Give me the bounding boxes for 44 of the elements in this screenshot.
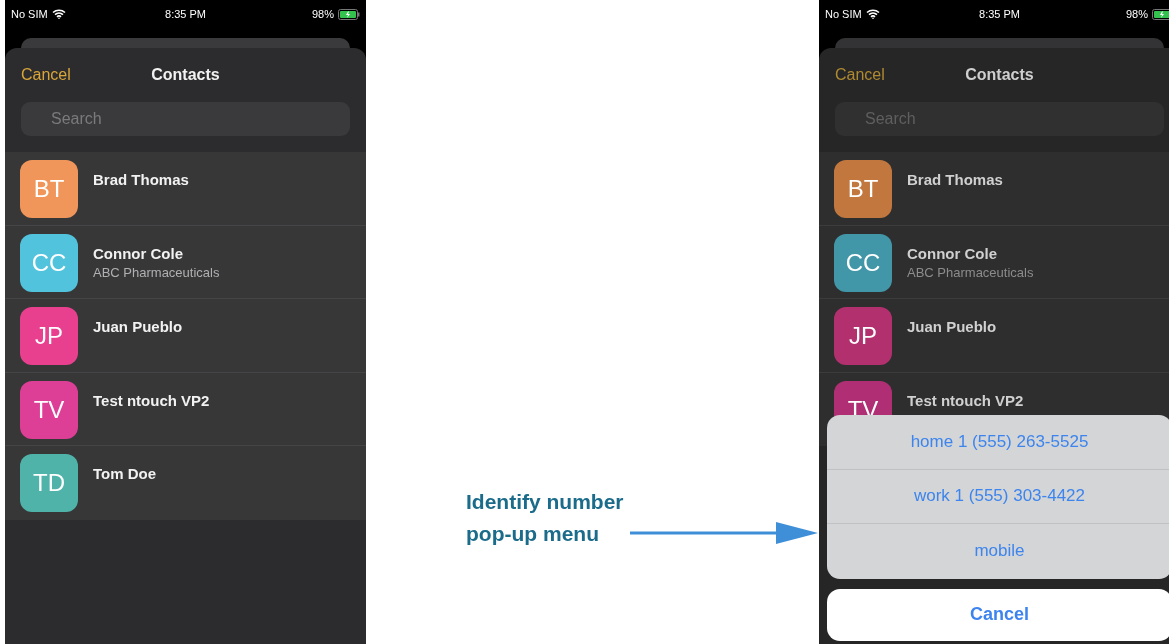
initials-avatar: TD bbox=[20, 454, 78, 512]
contact-row[interactable]: CC Connor Cole ABC Pharmaceuticals bbox=[5, 225, 366, 299]
contact-company: ABC Pharmaceuticals bbox=[907, 264, 1034, 280]
contact-name: Tom Doe bbox=[93, 465, 157, 482]
initials-avatar: BT bbox=[20, 160, 78, 218]
battery-charging-icon bbox=[338, 8, 360, 20]
initials-avatar: CC bbox=[20, 233, 78, 292]
contact-name: Juan Pueblo bbox=[907, 318, 997, 335]
battery-charging-icon bbox=[1152, 8, 1169, 20]
initials-avatar: TV bbox=[20, 380, 78, 439]
contact-row[interactable]: CC Connor Cole ABC Pharmaceuticals bbox=[819, 225, 1169, 299]
wifi-icon bbox=[865, 9, 880, 19]
carrier-label: No SIM bbox=[11, 8, 48, 20]
search-field[interactable]: Search bbox=[21, 102, 350, 136]
status-time: 8:35 PM bbox=[165, 8, 206, 20]
contact-row[interactable]: BT Brad Thomas bbox=[819, 152, 1169, 226]
status-time: 8:35 PM bbox=[979, 8, 1020, 20]
cancel-link[interactable]: Cancel bbox=[21, 66, 71, 84]
contact-name: Brad Thomas bbox=[907, 171, 1003, 188]
contact-row[interactable]: JP Juan Pueblo bbox=[819, 299, 1169, 373]
contact-name: Brad Thomas bbox=[93, 171, 189, 188]
cancel-button[interactable]: Cancel bbox=[827, 588, 1169, 641]
sheet-title: Contacts bbox=[965, 66, 1034, 84]
contact-name: Connor Cole bbox=[93, 244, 184, 262]
battery-percent: 98% bbox=[1125, 8, 1148, 20]
carrier-label: No SIM bbox=[825, 8, 862, 20]
contact-company: ABC Pharmaceuticals bbox=[93, 264, 220, 280]
contact-row[interactable]: TV Test ntouch VP2 bbox=[5, 372, 366, 446]
initials-avatar: JP bbox=[834, 307, 892, 365]
cancel-link[interactable]: Cancel bbox=[835, 66, 885, 84]
initials-avatar: BT bbox=[834, 160, 892, 218]
contact-row[interactable]: JP Juan Pueblo bbox=[5, 299, 366, 373]
wifi-icon bbox=[51, 9, 66, 19]
contact-name: Test ntouch VP2 bbox=[93, 391, 210, 409]
contact-name: Test ntouch VP2 bbox=[907, 391, 1024, 409]
contact-name: Juan Pueblo bbox=[93, 318, 183, 335]
contact-name: Connor Cole bbox=[907, 244, 998, 262]
sheet-title: Contacts bbox=[151, 66, 220, 84]
contact-row[interactable]: BT Brad Thomas bbox=[5, 152, 366, 226]
initials-avatar: JP bbox=[20, 307, 78, 365]
contact-row[interactable]: TD Tom Doe bbox=[5, 446, 366, 520]
initials-avatar: CC bbox=[834, 233, 892, 292]
callout-label: Identify number pop-up menu bbox=[466, 489, 625, 547]
battery-percent: 98% bbox=[311, 8, 334, 20]
